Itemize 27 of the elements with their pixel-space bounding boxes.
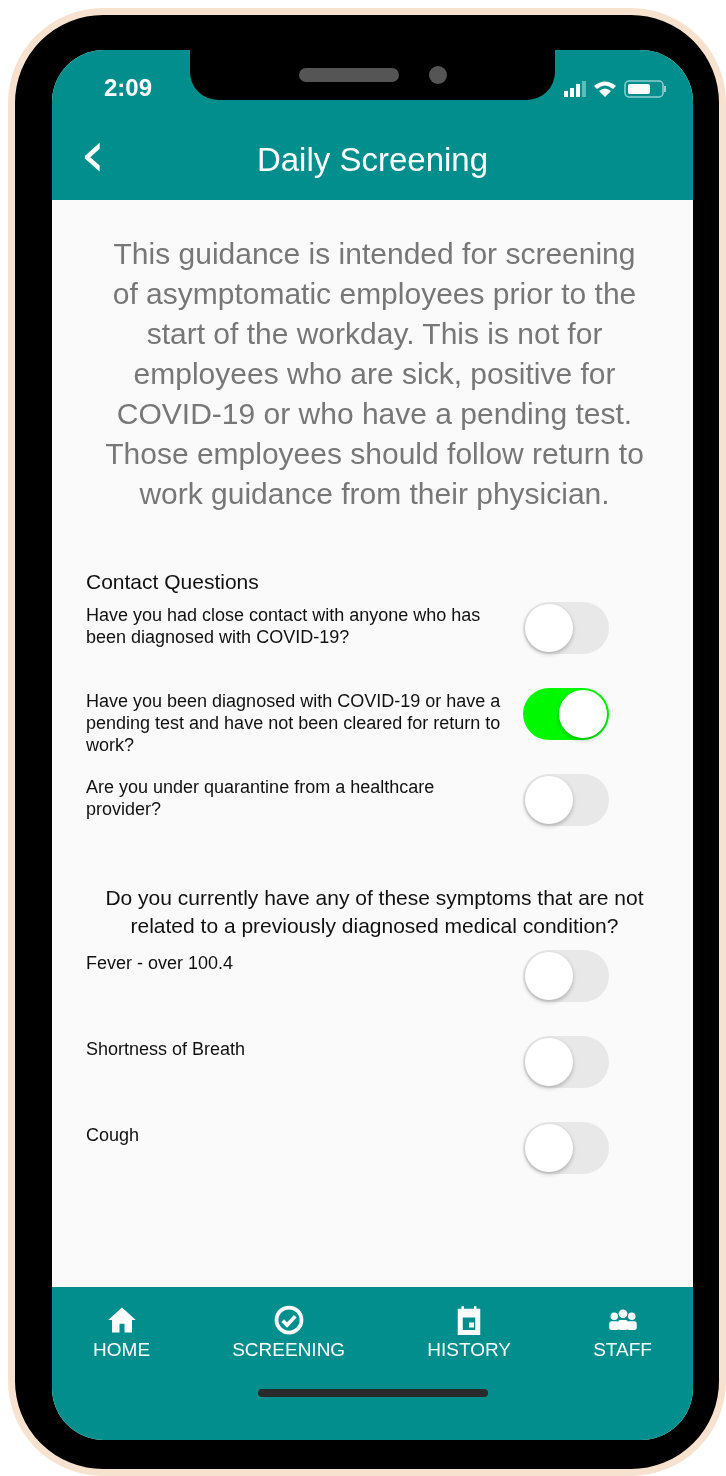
- question-text: Shortness of Breath: [86, 1038, 247, 1060]
- toggle-switch[interactable]: [523, 1122, 609, 1174]
- toggle-switch[interactable]: [523, 602, 609, 654]
- question-text: Cough: [86, 1124, 141, 1146]
- toggle-switch[interactable]: [523, 1036, 609, 1088]
- battery-icon: [624, 80, 667, 98]
- toggle-switch[interactable]: [523, 688, 609, 740]
- tab-button[interactable]: HOME: [87, 1305, 157, 1361]
- tab-button[interactable]: HISTORY: [421, 1305, 518, 1361]
- wifi-icon: [594, 81, 616, 97]
- home-icon: [106, 1305, 137, 1335]
- back-button[interactable]: ‹: [70, 124, 116, 184]
- signal-icon: [564, 81, 586, 97]
- section-title: Do you currently have any of these symptoms that are not related to a previously diagnosed medical condition?: [104, 885, 645, 939]
- question-text: Fever - over 100.4: [86, 952, 235, 974]
- guidance-text: This guidance is intended for screening of asymptomatic employees prior to the start of the workday. This is not for employees who are sick, positive for COVID-19 or who have a pending test. Those employees should follow return to work guidance from their physician.: [104, 236, 645, 512]
- tab-button[interactable]: SCREENING: [226, 1305, 352, 1361]
- section-title: Contact Questions: [86, 570, 260, 594]
- toggle-switch[interactable]: [523, 774, 609, 826]
- question-text: Have you had close contact with anyone who has been diagnosed with COVID-19?: [86, 604, 482, 648]
- status-time: 2:09: [104, 74, 153, 102]
- question-text: Have you been diagnosed with COVID-19 or have a pending test and have not been cleared for return to work?: [86, 690, 502, 756]
- tab-button[interactable]: STAFF: [587, 1305, 658, 1361]
- question-text: Are you under quarantine from a healthcare provider?: [86, 776, 436, 820]
- screen-title: Daily Screening: [256, 141, 489, 179]
- checkmark-circle-icon: [273, 1305, 304, 1335]
- toggle-switch[interactable]: [523, 950, 609, 1002]
